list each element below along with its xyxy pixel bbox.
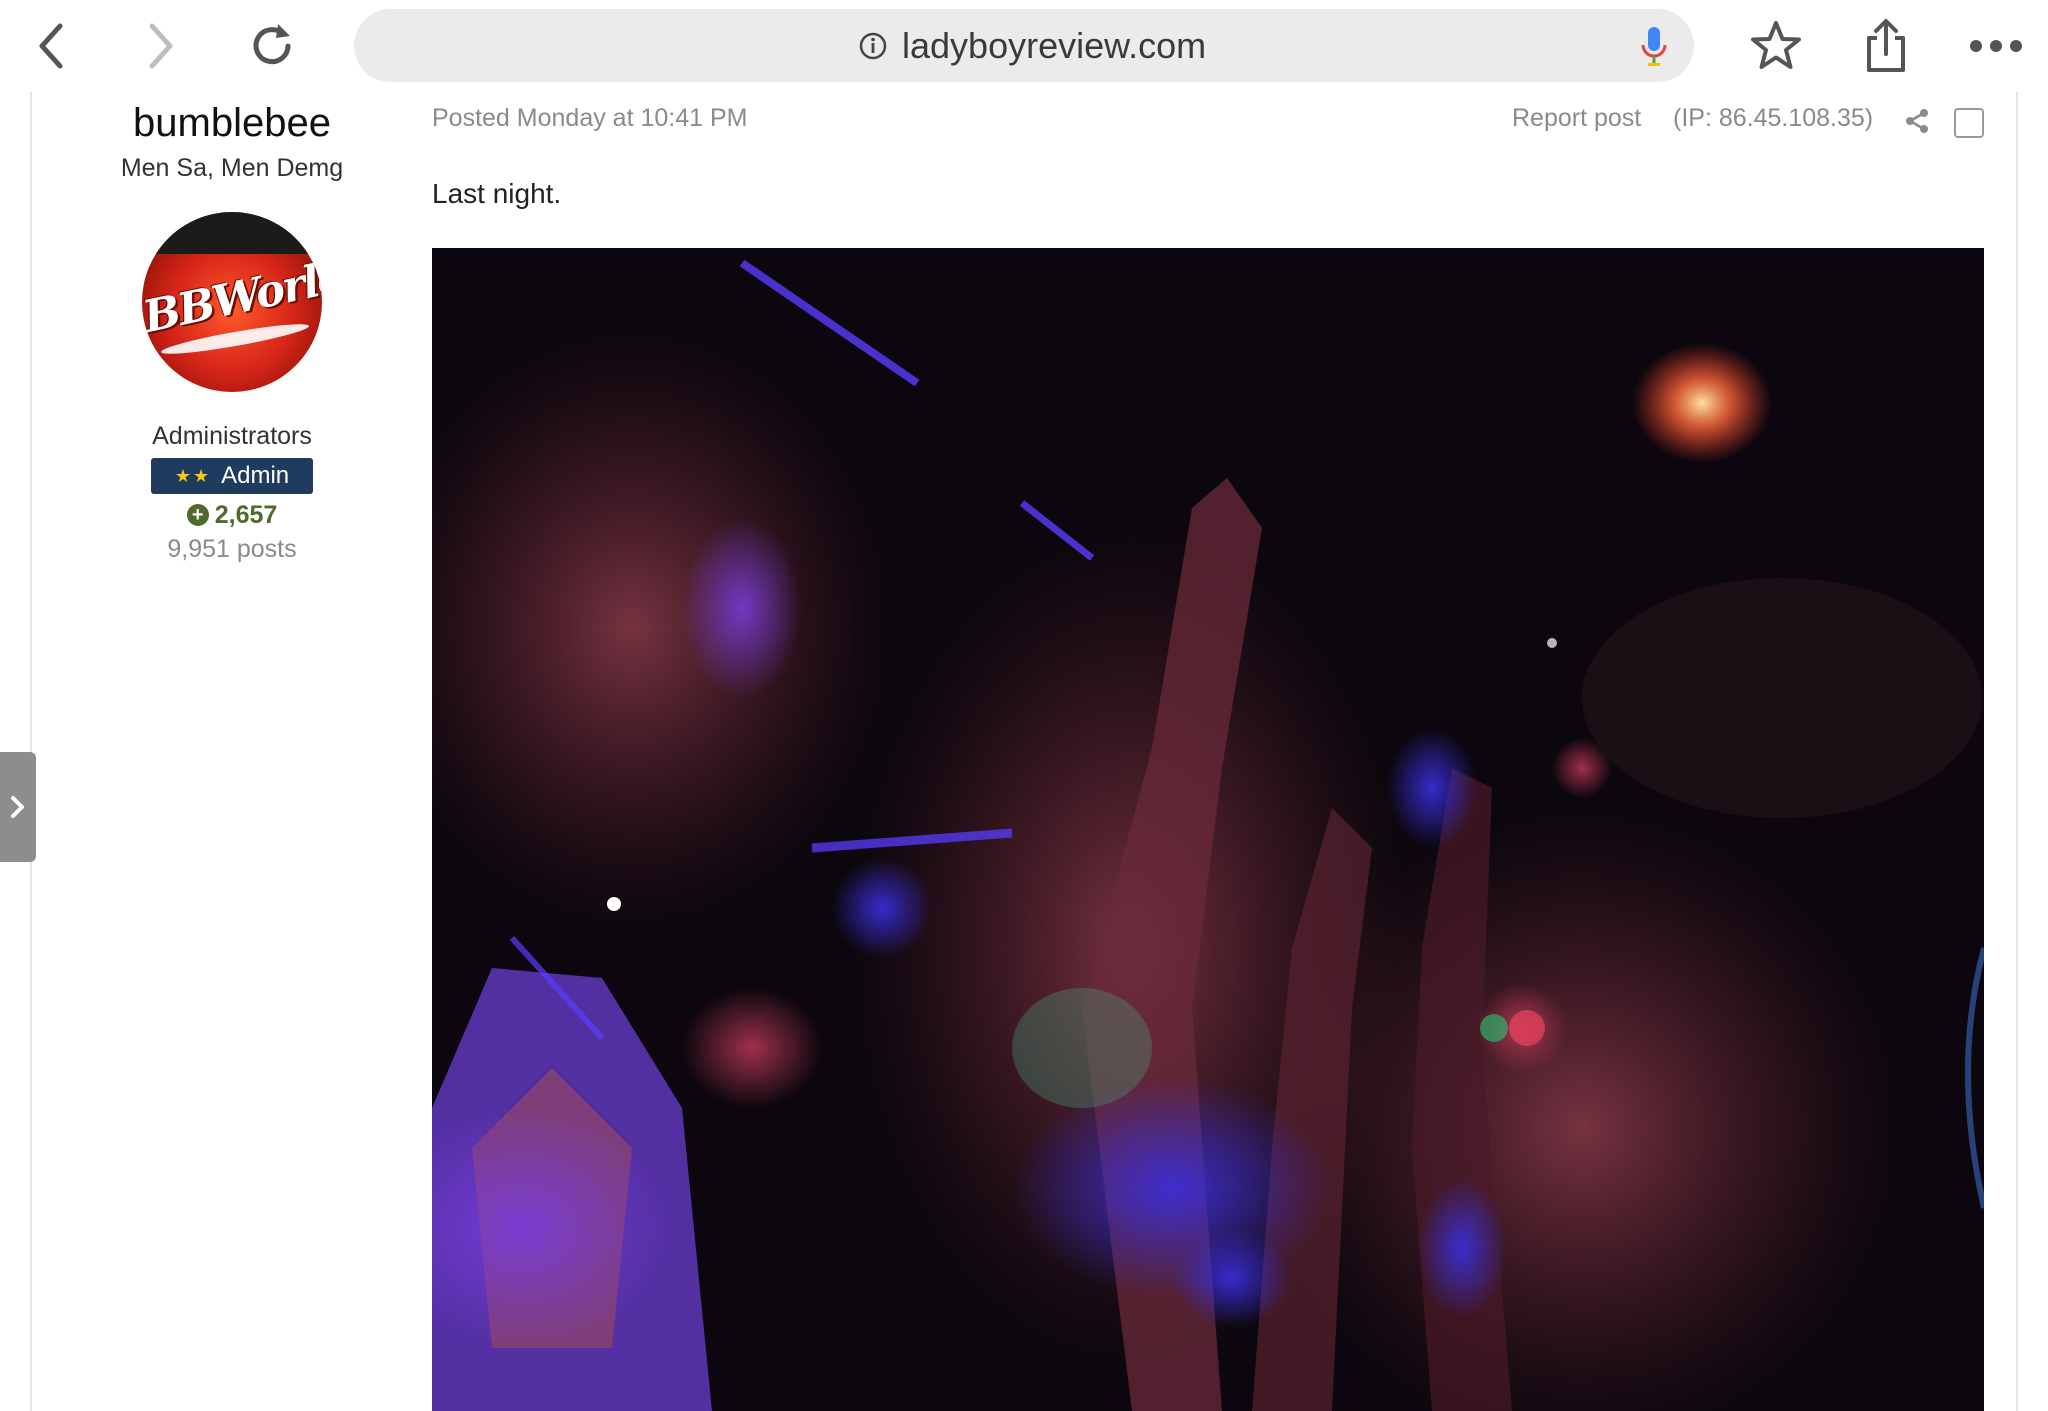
author-name[interactable]: bumblebee — [60, 98, 404, 148]
info-icon[interactable] — [858, 31, 888, 61]
back-button[interactable] — [20, 14, 84, 78]
bookmark-button[interactable] — [1744, 14, 1808, 78]
browser-toolbar: ladyboyreview.com — [0, 0, 2048, 92]
sidebar-toggle-tab[interactable] — [0, 752, 36, 862]
more-menu-button[interactable] — [1964, 14, 2028, 78]
post-author-panel: bumblebee Men Sa, Men Demg BBWorld Admin… — [60, 92, 404, 566]
forward-icon — [149, 23, 173, 69]
url-text[interactable]: ladyboyreview.com — [902, 9, 1206, 82]
back-icon — [39, 23, 63, 69]
more-icon — [1970, 40, 2022, 52]
reputation-value: 2,657 — [214, 501, 278, 529]
plus-circle-icon: + — [186, 504, 209, 526]
avatar-dark-band — [142, 212, 322, 254]
avatar[interactable]: BBWorld — [142, 212, 322, 392]
reload-button[interactable] — [240, 14, 304, 78]
share-button[interactable] — [1854, 14, 1918, 78]
nightclub-photo — [432, 248, 1984, 1411]
chevron-right-icon — [11, 796, 24, 818]
admin-rank-badge: ★★ Admin — [151, 458, 313, 494]
report-post-link[interactable]: Report post — [1512, 104, 1641, 133]
admin-badge-label: Admin — [221, 462, 290, 489]
author-member-title: Men Sa, Men Demg — [120, 154, 344, 182]
reload-icon — [253, 24, 291, 65]
share-icon — [1867, 19, 1905, 72]
forward-button[interactable] — [128, 14, 192, 78]
rank-stars-icon: ★★ — [174, 465, 212, 486]
mic-icon[interactable] — [1637, 25, 1671, 69]
bookmark-star-icon — [1751, 21, 1801, 69]
author-group: Administrators — [152, 422, 312, 450]
post-content-text: Last night. — [432, 178, 562, 209]
post-count: 9,951 posts — [167, 535, 297, 563]
reputation: + 2,657 — [60, 498, 404, 532]
post-date[interactable]: Posted Monday at 10:41 PM — [432, 104, 747, 133]
ip-address: (IP: 86.45.108.35) — [1673, 104, 1874, 132]
share-post-icon[interactable] — [1904, 108, 1930, 134]
select-post-checkbox[interactable] — [1954, 108, 1984, 138]
address-bar[interactable]: ladyboyreview.com — [354, 9, 1694, 82]
post-attached-photo[interactable] — [432, 248, 1984, 1411]
post-actions: Report post (IP: 86.45.108.35) — [1512, 104, 1984, 144]
